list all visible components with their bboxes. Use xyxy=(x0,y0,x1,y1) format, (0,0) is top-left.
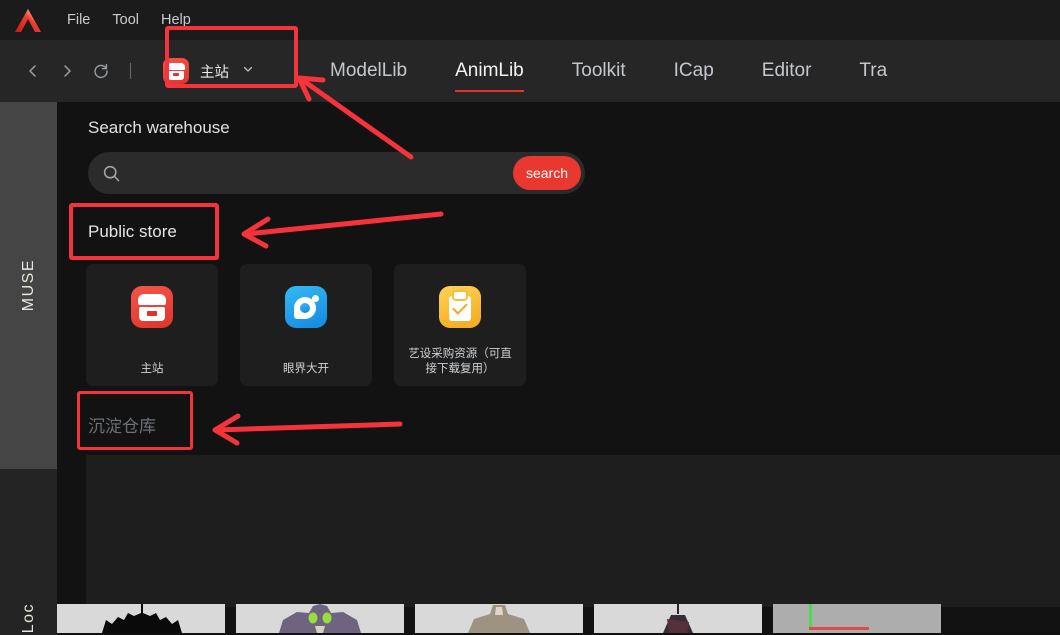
tab-toolkit[interactable]: Toolkit xyxy=(548,40,650,102)
rail-segment-muse[interactable]: MUSE xyxy=(0,102,57,469)
search-button[interactable]: search xyxy=(513,156,581,190)
asset-thumbnail-strip xyxy=(57,604,1060,633)
left-rail: MUSE Loc xyxy=(0,102,57,635)
tab-modellib[interactable]: ModelLib xyxy=(306,40,431,102)
thumbnail-dark-knight[interactable] xyxy=(594,604,762,633)
store-card-list: 主站 眼界大开 艺设采购资源（可直接下载复用） xyxy=(86,264,526,386)
back-button[interactable] xyxy=(16,54,50,88)
application-window: File Tool Help 主站 ModelLib AnimLib Toolk… xyxy=(0,0,1060,635)
tab-icap[interactable]: ICap xyxy=(650,40,738,102)
muse-logo-icon xyxy=(0,0,56,40)
group-heading-public-store: Public store xyxy=(88,222,177,241)
store-card-art-procurement[interactable]: 艺设采购资源（可直接下载复用） xyxy=(394,264,526,386)
search-input[interactable] xyxy=(121,165,513,181)
rail-segment-muse-label: MUSE xyxy=(19,259,37,312)
search-bar: search xyxy=(88,152,585,194)
store-card-label: 眼界大开 xyxy=(283,363,329,375)
content-area: Search warehouse search Public store 主站 xyxy=(57,102,1060,633)
store-card-eye-opener[interactable]: 眼界大开 xyxy=(240,264,372,386)
site-selector-chip[interactable]: 主站 xyxy=(153,52,264,90)
store-card-label: 主站 xyxy=(140,363,164,375)
search-icon xyxy=(102,164,121,183)
forward-button[interactable] xyxy=(50,54,84,88)
store-card-label: 艺设采购资源（可直接下载复用） xyxy=(408,348,512,375)
store-icon xyxy=(163,58,189,84)
menu-item-file[interactable]: File xyxy=(56,0,101,40)
camera-lens-icon xyxy=(285,286,327,328)
thumbnail-pale-brute[interactable] xyxy=(415,604,583,633)
sediment-warehouse-panel xyxy=(86,455,1060,607)
group-heading-sediment-warehouse: 沉淀仓库 xyxy=(88,417,156,436)
tab-transfer[interactable]: Tra xyxy=(835,40,911,102)
tab-animlib[interactable]: AnimLib xyxy=(431,40,548,102)
navigation-buttons xyxy=(0,40,143,102)
toolbar-divider xyxy=(130,63,131,79)
thumbnail-bat-creature[interactable] xyxy=(57,604,225,633)
rail-segment-loc[interactable]: Loc xyxy=(0,469,57,635)
refresh-button[interactable] xyxy=(84,54,118,88)
tab-editor[interactable]: Editor xyxy=(738,40,836,102)
menu-bar: File Tool Help xyxy=(0,0,1060,40)
store-card-main-site[interactable]: 主站 xyxy=(86,264,218,386)
main-tab-bar: ModelLib AnimLib Toolkit ICap Editor Tra xyxy=(306,40,911,102)
chevron-down-icon[interactable] xyxy=(242,62,254,80)
store-icon xyxy=(131,286,173,328)
site-selector-label: 主站 xyxy=(200,64,229,81)
menu-item-tool[interactable]: Tool xyxy=(101,0,150,40)
rail-segment-loc-label: Loc xyxy=(19,602,37,633)
browser-toolbar: 主站 ModelLib AnimLib Toolkit ICap Editor … xyxy=(0,40,1060,102)
clipboard-check-icon xyxy=(439,286,481,328)
thumbnail-green-insect-beast[interactable] xyxy=(236,604,404,633)
page-title: Search warehouse xyxy=(88,118,230,137)
thumbnail-axis-gizmo[interactable] xyxy=(773,604,941,633)
menu-item-help[interactable]: Help xyxy=(150,0,202,40)
